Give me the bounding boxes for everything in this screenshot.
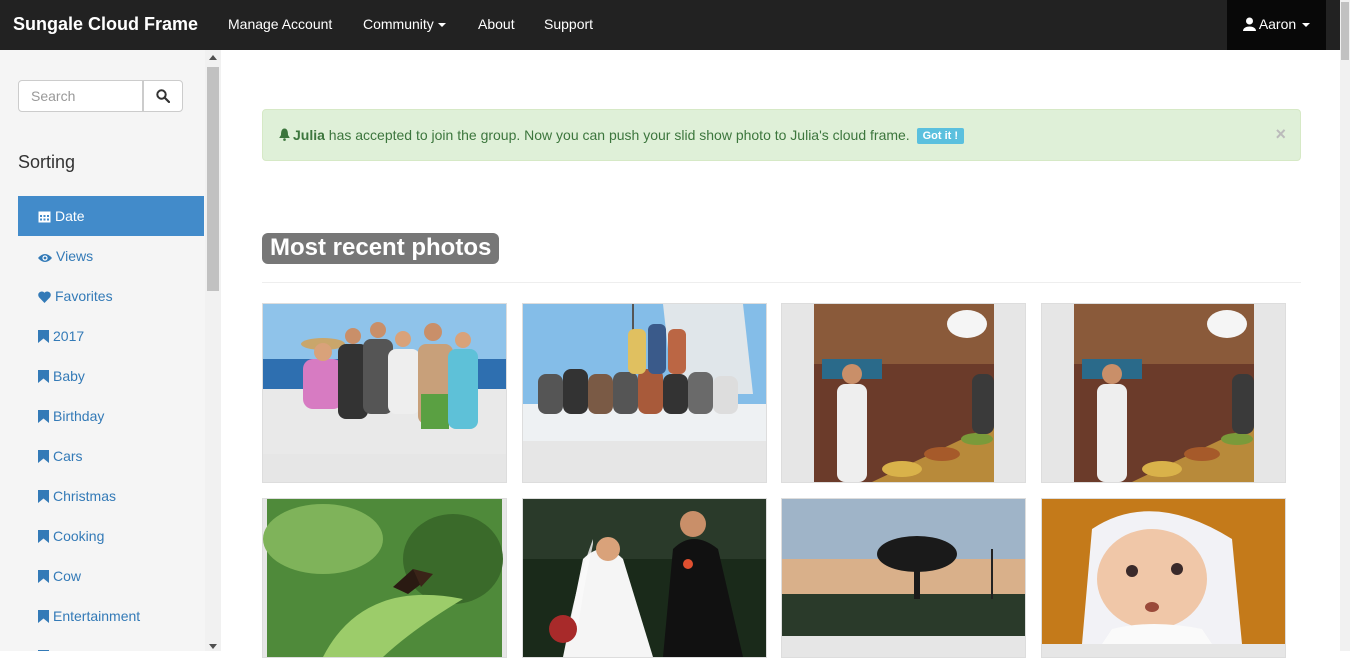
got-it-button[interactable]: Got it ! — [916, 128, 965, 144]
nav-community-dropdown[interactable]: Community — [363, 0, 446, 48]
sailboat-group-photo — [523, 304, 766, 441]
sort-item-label: 2017 — [53, 328, 85, 344]
sort-item-favorites[interactable]: Favorites — [18, 276, 204, 316]
sidebar-scrollbar[interactable] — [205, 50, 221, 651]
sort-item-views[interactable]: Views — [18, 236, 204, 276]
baby-portrait-photo — [1042, 499, 1285, 644]
market-food-stall-photo — [1074, 304, 1254, 482]
page-scrollbar-thumb[interactable] — [1341, 2, 1349, 60]
nav-community-label: Community — [363, 16, 434, 32]
sort-item-label: Birthday — [53, 408, 105, 424]
sort-item-label: Christmas — [53, 488, 117, 504]
user-icon — [1242, 17, 1256, 31]
bookmark-icon — [38, 410, 49, 423]
group-on-boat-photo — [263, 304, 506, 454]
sort-item-label: Cars — [53, 448, 83, 464]
sort-item-label: Views — [56, 248, 94, 264]
alert-message: Julia has accepted to join the group. No… — [279, 127, 965, 144]
page-scrollbar[interactable] — [1340, 0, 1350, 651]
bell-icon — [279, 128, 290, 141]
caret-down-icon — [1302, 23, 1311, 28]
photo-card[interactable] — [522, 303, 767, 483]
sort-item-entertainment[interactable]: Entertainment — [18, 596, 204, 636]
nav-about[interactable]: About — [478, 0, 515, 48]
user-menu-dropdown[interactable]: Aaron — [1227, 0, 1326, 50]
bookmark-icon — [38, 330, 49, 343]
wedding-couple-photo — [523, 499, 766, 657]
close-icon[interactable]: × — [1275, 124, 1286, 145]
bookmark-icon — [38, 370, 49, 383]
group-accepted-alert: Julia has accepted to join the group. No… — [262, 109, 1301, 161]
alert-user-name: Julia — [293, 127, 325, 143]
sort-item-label: Baby — [53, 368, 85, 384]
sort-item-2017[interactable]: 2017 — [18, 316, 204, 356]
sort-item-label: Entertainment — [53, 608, 141, 624]
sort-item-label: Cow — [53, 568, 82, 584]
scroll-down-arrow-icon[interactable] — [209, 644, 217, 649]
search-input[interactable] — [18, 80, 143, 112]
market-food-stall-photo — [814, 304, 994, 482]
photo-card[interactable] — [781, 303, 1026, 483]
sort-item-label: Date — [55, 208, 85, 224]
sort-item-baby[interactable]: Baby — [18, 356, 204, 396]
sort-item-birthday[interactable]: Birthday — [18, 396, 204, 436]
nav-manage-account[interactable]: Manage Account — [228, 0, 332, 48]
brand-logo-text[interactable]: Sungale Cloud Frame — [13, 0, 198, 48]
bookmark-icon — [38, 450, 49, 463]
search-icon — [156, 89, 170, 103]
sorting-heading: Sorting — [18, 152, 76, 172]
sort-item-partial[interactable] — [18, 636, 204, 651]
sort-item-cars[interactable]: Cars — [18, 436, 204, 476]
photo-card[interactable] — [1041, 303, 1286, 483]
section-title: Most recent photos — [262, 233, 500, 264]
top-navbar: Sungale Cloud Frame Manage Account Commu… — [0, 0, 1340, 50]
sorting-list: Date Views Favorites 2017 Baby Birthday … — [18, 196, 204, 651]
sidebar-scrollbar-thumb[interactable] — [207, 67, 219, 291]
photo-card[interactable] — [262, 498, 507, 658]
search-button[interactable] — [143, 80, 183, 112]
photo-card[interactable] — [1041, 498, 1286, 658]
eye-icon — [38, 254, 52, 262]
sort-item-cow[interactable]: Cow — [18, 556, 204, 596]
bookmark-icon — [38, 610, 49, 623]
sort-item-label: Cooking — [53, 528, 105, 544]
bookmark-icon — [38, 570, 49, 583]
photo-card[interactable] — [262, 303, 507, 483]
sort-item-label: Favorites — [55, 288, 113, 304]
bookmark-icon — [38, 530, 49, 543]
user-name: Aaron — [1258, 16, 1297, 32]
calendar-icon — [38, 211, 51, 223]
bookmark-icon — [38, 490, 49, 503]
alert-text: has accepted to join the group. Now you … — [328, 127, 910, 143]
heart-icon — [38, 291, 51, 303]
divider — [262, 282, 1301, 283]
photo-card[interactable] — [522, 498, 767, 658]
caret-down-icon — [437, 23, 446, 28]
nav-support[interactable]: Support — [544, 0, 593, 48]
sort-item-christmas[interactable]: Christmas — [18, 476, 204, 516]
butterfly-leaf-photo — [263, 499, 503, 657]
sidebar: Sorting Date Views Favorites 2017 Baby B… — [0, 50, 205, 651]
sort-item-date[interactable]: Date — [18, 196, 204, 236]
sunset-tree-photo — [782, 499, 1025, 636]
sort-item-cooking[interactable]: Cooking — [18, 516, 204, 556]
photo-card[interactable] — [781, 498, 1026, 658]
scroll-up-arrow-icon[interactable] — [209, 55, 217, 60]
